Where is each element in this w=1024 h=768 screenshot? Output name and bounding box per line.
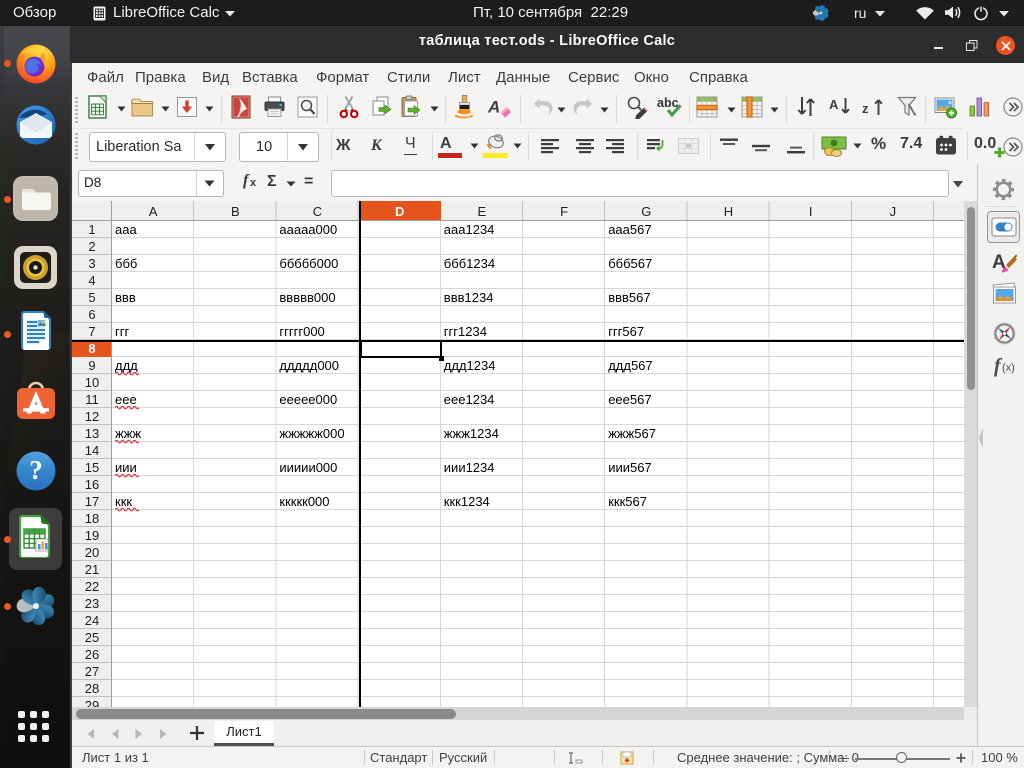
svg-text:A: A [488, 98, 500, 117]
svg-text:?: ? [29, 455, 43, 485]
svg-text:abc: abc [657, 96, 679, 110]
svg-text:z: z [862, 101, 869, 116]
svg-text:A: A [829, 97, 839, 112]
